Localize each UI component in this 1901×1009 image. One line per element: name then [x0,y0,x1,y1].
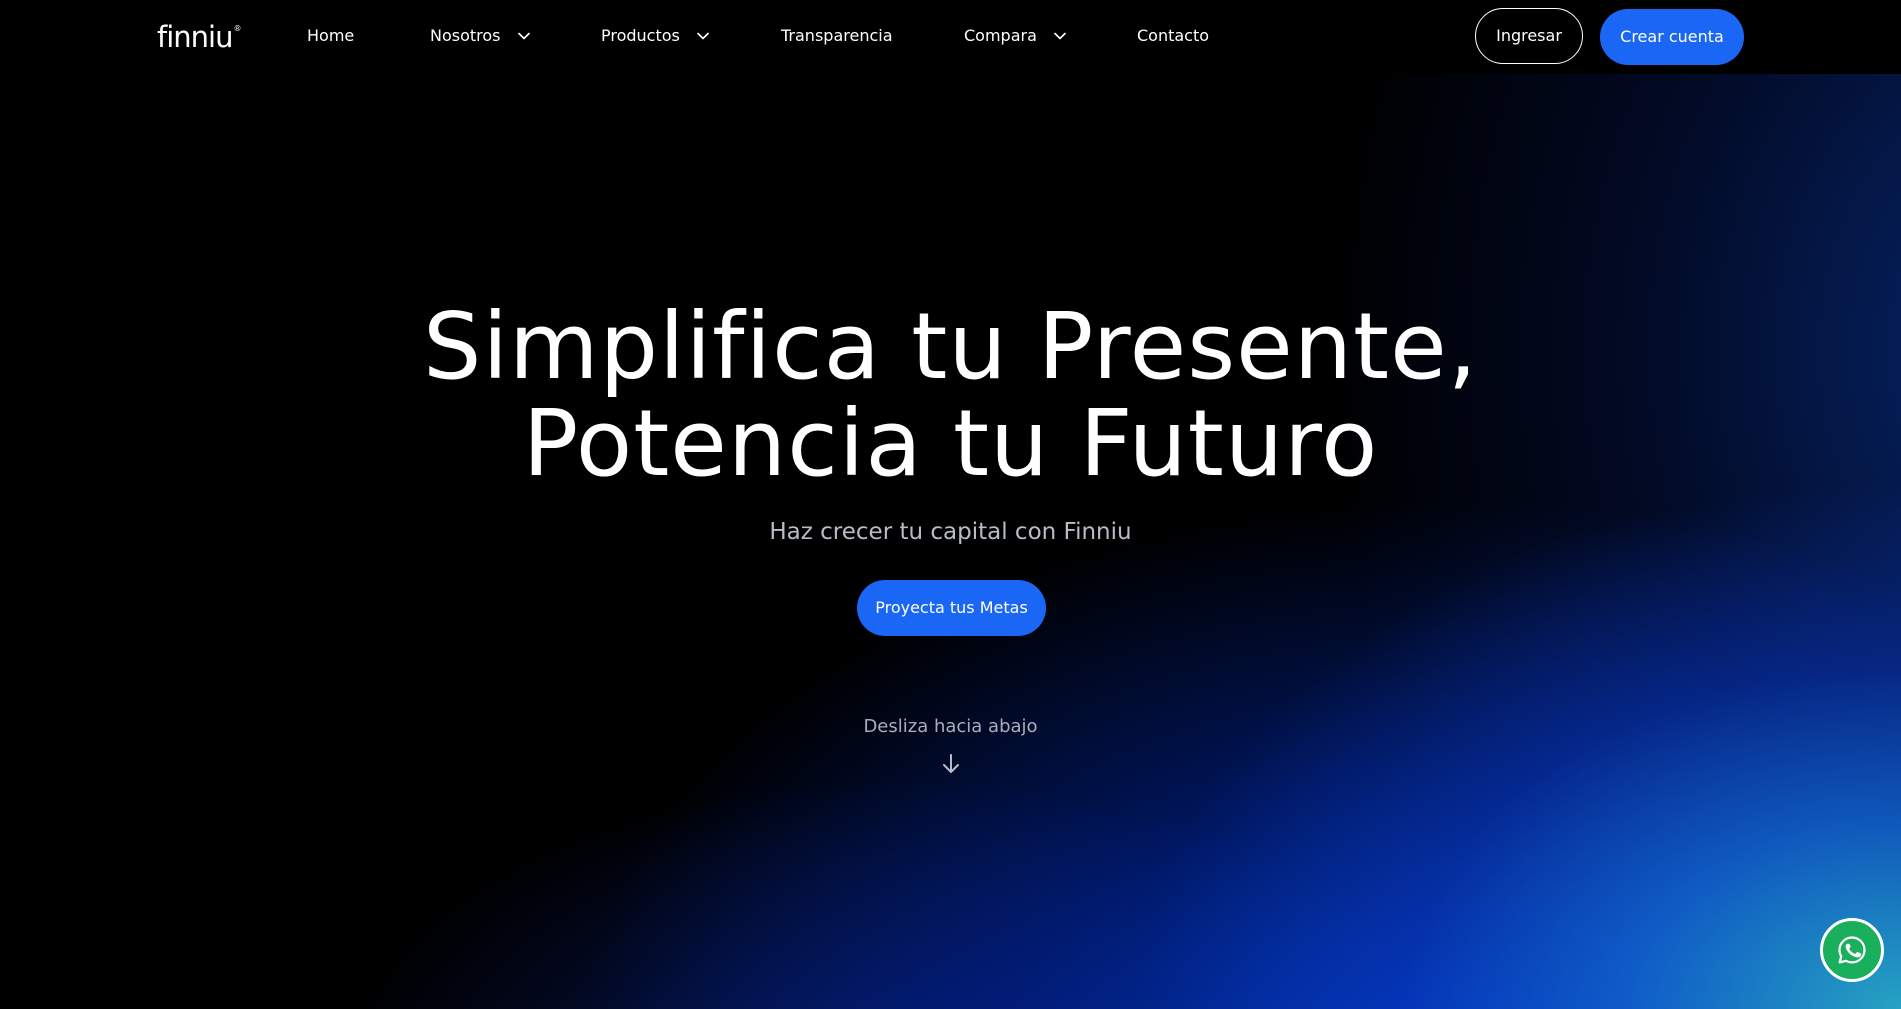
logo-text: finniu [157,20,233,54]
whatsapp-icon [1838,936,1866,964]
nav-item-label: Productos [601,26,680,45]
scroll-hint: Desliza hacia abajo [863,716,1038,737]
nav-item-home[interactable]: Home [307,25,354,47]
hero-title-line-2: Potencia tu Futuro [522,390,1379,497]
page: finniu® Home Nosotros Productos Transpar… [0,0,1901,1009]
hero-subtitle: Haz crecer tu capital con Finniu [769,519,1132,545]
nav-item-label: Compara [964,26,1037,45]
chevron-down-icon [1054,24,1066,46]
arrow-down-icon[interactable] [939,752,963,776]
nav-item-label: Transparencia [781,26,893,45]
whatsapp-chat-button[interactable] [1820,918,1884,982]
finniu-logo[interactable]: finniu® [157,20,241,62]
create-account-button[interactable]: Crear cuenta [1600,9,1744,65]
hero-title-line-1: Simplifica tu Presente, [423,293,1478,400]
nav-item-transparencia[interactable]: Transparencia [781,25,893,47]
hero-title: Simplifica tu Presente, Potencia tu Futu… [0,298,1901,492]
nav-item-nosotros[interactable]: Nosotros [430,25,530,48]
nav-item-label: Home [307,26,355,45]
nav-item-compara[interactable]: Compara [964,25,1066,48]
chevron-down-icon [517,24,530,46]
nav-item-productos[interactable]: Productos [601,25,709,48]
chevron-down-icon [697,24,709,46]
top-navbar: finniu® Home Nosotros Productos Transpar… [0,0,1901,74]
logo-registered-mark: ® [233,24,241,33]
nav-item-label: Contacto [1137,26,1210,45]
project-goals-button[interactable]: Proyecta tus Metas [857,580,1046,636]
login-button[interactable]: Ingresar [1475,8,1583,64]
nav-item-label: Nosotros [430,26,501,45]
nav-item-contacto[interactable]: Contacto [1137,25,1209,47]
